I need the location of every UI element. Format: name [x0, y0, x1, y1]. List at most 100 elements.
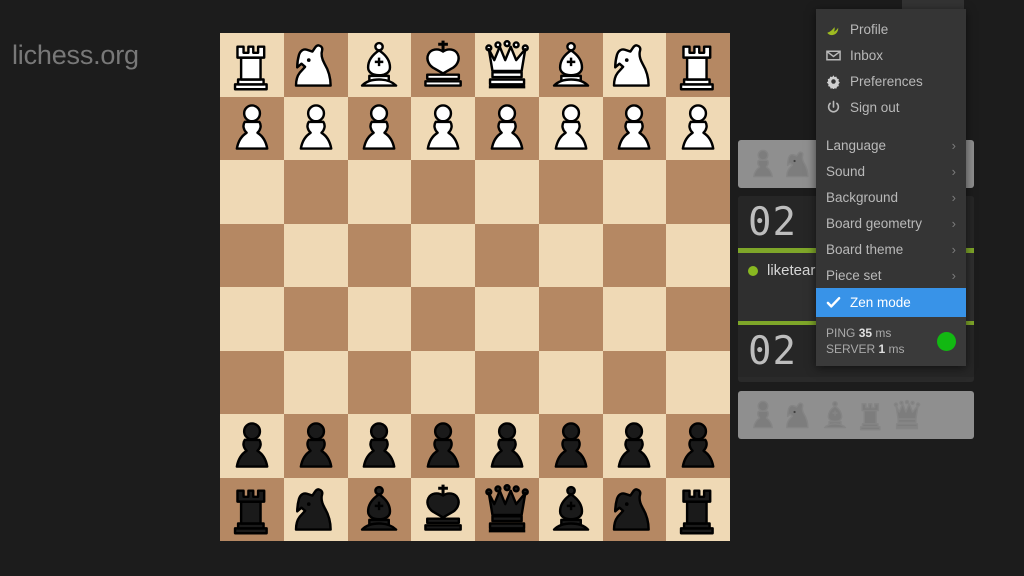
square-c1[interactable]	[347, 477, 412, 541]
white-pawn-icon[interactable]	[415, 100, 471, 156]
square-d2[interactable]	[411, 414, 475, 478]
square-d4[interactable]	[411, 287, 475, 351]
black-knight-icon[interactable]	[606, 481, 662, 537]
white-knight-icon[interactable]	[288, 37, 344, 93]
square-h5[interactable]	[666, 223, 730, 287]
square-b8[interactable]	[283, 33, 348, 97]
black-pawn-icon[interactable]	[606, 418, 662, 474]
square-c6[interactable]	[347, 160, 412, 224]
black-pawn-icon[interactable]	[670, 418, 726, 474]
square-h6[interactable]	[666, 160, 730, 224]
white-pawn-icon[interactable]	[479, 100, 535, 156]
square-d1[interactable]	[411, 477, 475, 541]
square-e6[interactable]	[475, 160, 539, 224]
menu-item-sound[interactable]: Sound ›	[816, 158, 966, 184]
menu-item-profile[interactable]: Profile	[816, 16, 966, 42]
menu-item-board-theme[interactable]: Board theme ›	[816, 236, 966, 262]
square-b5[interactable]	[283, 223, 348, 287]
square-c8[interactable]	[347, 33, 412, 97]
square-f5[interactable]	[538, 223, 603, 287]
player-name[interactable]: liketear	[767, 262, 815, 279]
black-pawn-icon[interactable]	[415, 418, 471, 474]
square-c3[interactable]	[347, 350, 412, 414]
square-a3[interactable]	[220, 350, 284, 414]
black-bishop-icon[interactable]	[351, 481, 407, 537]
square-h4[interactable]	[666, 287, 730, 351]
square-c5[interactable]	[347, 223, 412, 287]
square-b1[interactable]	[283, 477, 348, 541]
black-pawn-icon[interactable]	[543, 418, 599, 474]
square-a6[interactable]	[220, 160, 284, 224]
white-pawn-icon[interactable]	[670, 100, 726, 156]
user-dropdown-menu[interactable]: Profile Inbox Preferences Sign out Language…	[816, 9, 966, 366]
white-pawn-icon[interactable]	[351, 100, 407, 156]
white-bishop-icon[interactable]	[351, 37, 407, 93]
square-c7[interactable]	[347, 96, 412, 160]
square-g6[interactable]	[602, 160, 667, 224]
menu-item-language[interactable]: Language ›	[816, 132, 966, 158]
square-a4[interactable]	[220, 287, 284, 351]
square-h8[interactable]	[666, 33, 730, 97]
square-a2[interactable]	[220, 414, 284, 478]
square-g4[interactable]	[602, 287, 667, 351]
menu-item-board-geometry[interactable]: Board geometry ›	[816, 210, 966, 236]
square-b3[interactable]	[283, 350, 348, 414]
black-rook-icon[interactable]	[670, 481, 726, 537]
square-a5[interactable]	[220, 223, 284, 287]
square-a1[interactable]	[220, 477, 284, 541]
menu-item-sign-out[interactable]: Sign out	[816, 94, 966, 120]
menu-item-preferences[interactable]: Preferences	[816, 68, 966, 94]
site-logo[interactable]: lichess.org	[12, 40, 139, 71]
black-knight-icon[interactable]	[288, 481, 344, 537]
menu-item-background[interactable]: Background ›	[816, 184, 966, 210]
black-king-icon[interactable]	[415, 481, 471, 537]
square-e7[interactable]	[475, 96, 539, 160]
white-pawn-icon[interactable]	[288, 100, 344, 156]
square-d8[interactable]	[411, 33, 475, 97]
white-king-icon[interactable]	[415, 37, 471, 93]
menu-item-inbox[interactable]: Inbox	[816, 42, 966, 68]
square-b7[interactable]	[283, 96, 348, 160]
square-g1[interactable]	[602, 477, 667, 541]
square-c4[interactable]	[347, 287, 412, 351]
menu-item-zen-mode[interactable]: Zen mode	[816, 288, 966, 317]
square-f6[interactable]	[538, 160, 603, 224]
square-d6[interactable]	[411, 160, 475, 224]
square-f2[interactable]	[538, 414, 603, 478]
white-rook-icon[interactable]	[224, 37, 280, 93]
white-pawn-icon[interactable]	[543, 100, 599, 156]
square-f3[interactable]	[538, 350, 603, 414]
square-b2[interactable]	[283, 414, 348, 478]
black-queen-icon[interactable]	[479, 481, 535, 537]
white-bishop-icon[interactable]	[543, 37, 599, 93]
black-pawn-icon[interactable]	[351, 418, 407, 474]
square-f7[interactable]	[538, 96, 603, 160]
square-d5[interactable]	[411, 223, 475, 287]
white-pawn-icon[interactable]	[224, 100, 280, 156]
black-bishop-icon[interactable]	[543, 481, 599, 537]
square-h3[interactable]	[666, 350, 730, 414]
square-h7[interactable]	[666, 96, 730, 160]
square-f4[interactable]	[538, 287, 603, 351]
square-a8[interactable]	[220, 33, 284, 97]
black-pawn-icon[interactable]	[224, 418, 280, 474]
menu-item-piece-set[interactable]: Piece set ›	[816, 262, 966, 288]
square-e8[interactable]	[475, 33, 539, 97]
square-e1[interactable]	[475, 477, 539, 541]
square-h2[interactable]	[666, 414, 730, 478]
square-f1[interactable]	[538, 477, 603, 541]
square-h1[interactable]	[666, 477, 730, 541]
white-pawn-icon[interactable]	[606, 100, 662, 156]
square-g3[interactable]	[602, 350, 667, 414]
square-g5[interactable]	[602, 223, 667, 287]
black-pawn-icon[interactable]	[479, 418, 535, 474]
white-queen-icon[interactable]	[479, 37, 535, 93]
square-e5[interactable]	[475, 223, 539, 287]
black-rook-icon[interactable]	[224, 481, 280, 537]
square-a7[interactable]	[220, 96, 284, 160]
square-e4[interactable]	[475, 287, 539, 351]
square-g2[interactable]	[602, 414, 667, 478]
square-d7[interactable]	[411, 96, 475, 160]
square-c2[interactable]	[347, 414, 412, 478]
black-pawn-icon[interactable]	[288, 418, 344, 474]
